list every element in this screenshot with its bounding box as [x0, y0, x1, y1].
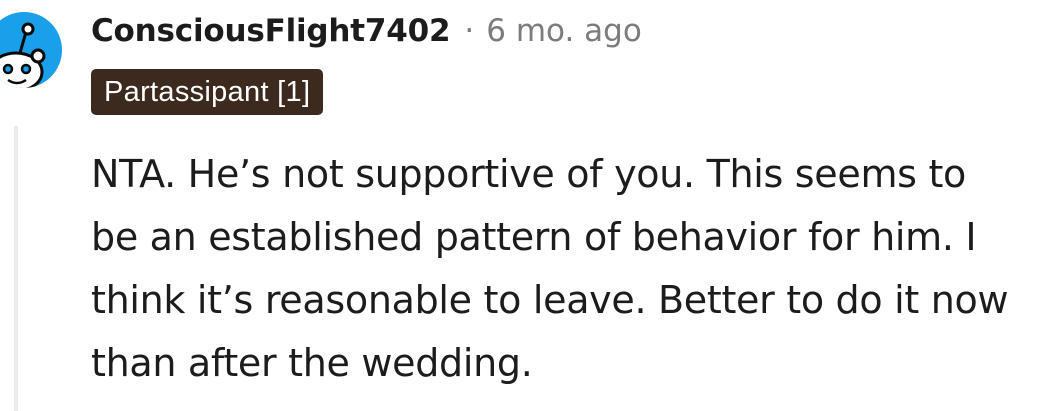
- snoo-avatar-icon: [0, 22, 46, 88]
- timestamp-link[interactable]: 6 mo. ago: [486, 13, 642, 49]
- comment-body-line: be an established pattern of behavior fo…: [91, 215, 977, 259]
- comment-body: NTA. He’s not supportive of you. This se…: [91, 143, 1051, 395]
- comment-body-line: than after the wedding.: [91, 341, 533, 385]
- username-link[interactable]: ConsciousFlight7402: [91, 13, 451, 49]
- meta-separator: ·: [464, 13, 475, 49]
- comment-body-line: NTA. He’s not supportive of you. This se…: [91, 152, 967, 196]
- avatar[interactable]: [0, 12, 62, 88]
- comment-body-line: think it’s reasonable to leave. Better t…: [91, 278, 1009, 322]
- comment: ConsciousFlight7402 · 6 mo. ago Partassi…: [0, 0, 1055, 411]
- user-flair: Partassipant [1]: [91, 69, 324, 115]
- thread-line[interactable]: [14, 126, 18, 411]
- comment-header: ConsciousFlight7402 · 6 mo. ago: [91, 8, 642, 54]
